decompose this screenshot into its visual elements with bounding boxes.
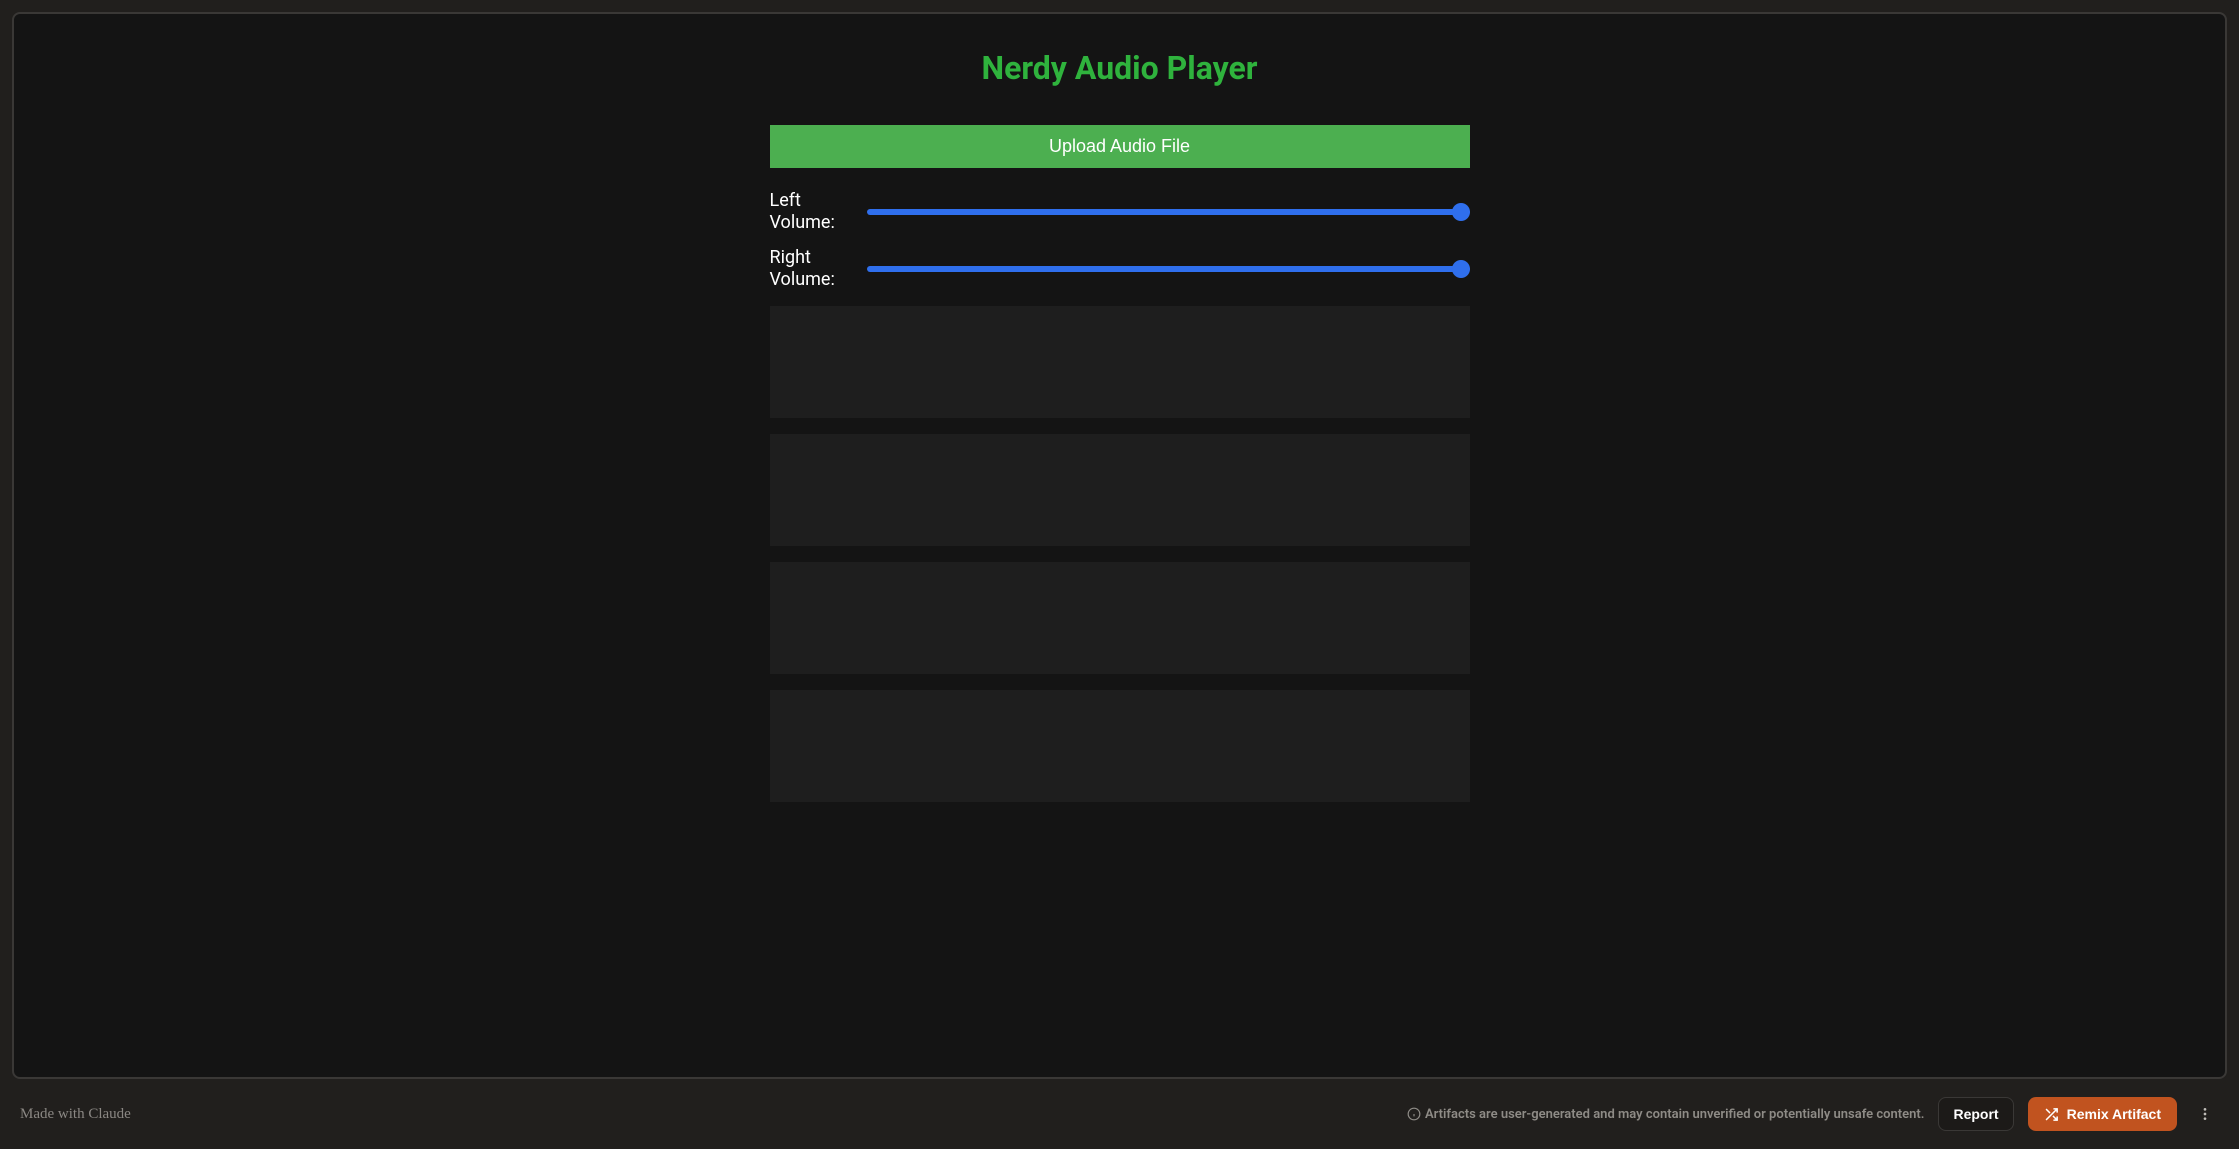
right-volume-label: Right Volume: [770,247,835,290]
visualization-panel-4 [770,690,1470,802]
visualization-panel-3 [770,562,1470,674]
disclaimer-text: Artifacts are user-generated and may con… [1425,1107,1925,1122]
page-title: Nerdy Audio Player [770,49,1470,87]
remix-artifact-button[interactable]: Remix Artifact [2028,1097,2177,1131]
right-volume-row: Right Volume: [770,247,1470,290]
right-volume-slider-wrap [867,266,1470,272]
upload-audio-button[interactable]: Upload Audio File [770,125,1470,168]
left-volume-row: Left Volume: [770,190,1470,233]
made-with-label: Made with Claude [20,1106,131,1123]
more-menu-button[interactable] [2191,1100,2219,1128]
vertical-dots-icon [2197,1106,2213,1122]
disclaimer: Artifacts are user-generated and may con… [1407,1107,1925,1122]
made-with-text: Made with [20,1106,88,1122]
left-volume-slider[interactable] [867,209,1470,215]
visualization-panel-2 [770,434,1470,546]
scroll-area[interactable]: Nerdy Audio Player Upload Audio File Lef… [14,14,2225,1077]
shuffle-icon [2044,1107,2059,1122]
remix-button-label: Remix Artifact [2067,1106,2161,1122]
left-volume-label: Left Volume: [770,190,835,233]
brand-name: Claude [88,1106,131,1122]
app-frame: Nerdy Audio Player Upload Audio File Lef… [12,12,2227,1079]
footer-bar: Made with Claude Artifacts are user-gene… [12,1079,2227,1137]
right-volume-slider[interactable] [867,266,1470,272]
left-volume-slider-wrap [867,209,1470,215]
report-button[interactable]: Report [1938,1097,2013,1131]
info-icon [1407,1107,1421,1121]
main-container: Nerdy Audio Player Upload Audio File Lef… [770,49,1470,802]
visualization-panel-1 [770,306,1470,418]
footer-right-controls: Artifacts are user-generated and may con… [1407,1097,2219,1131]
